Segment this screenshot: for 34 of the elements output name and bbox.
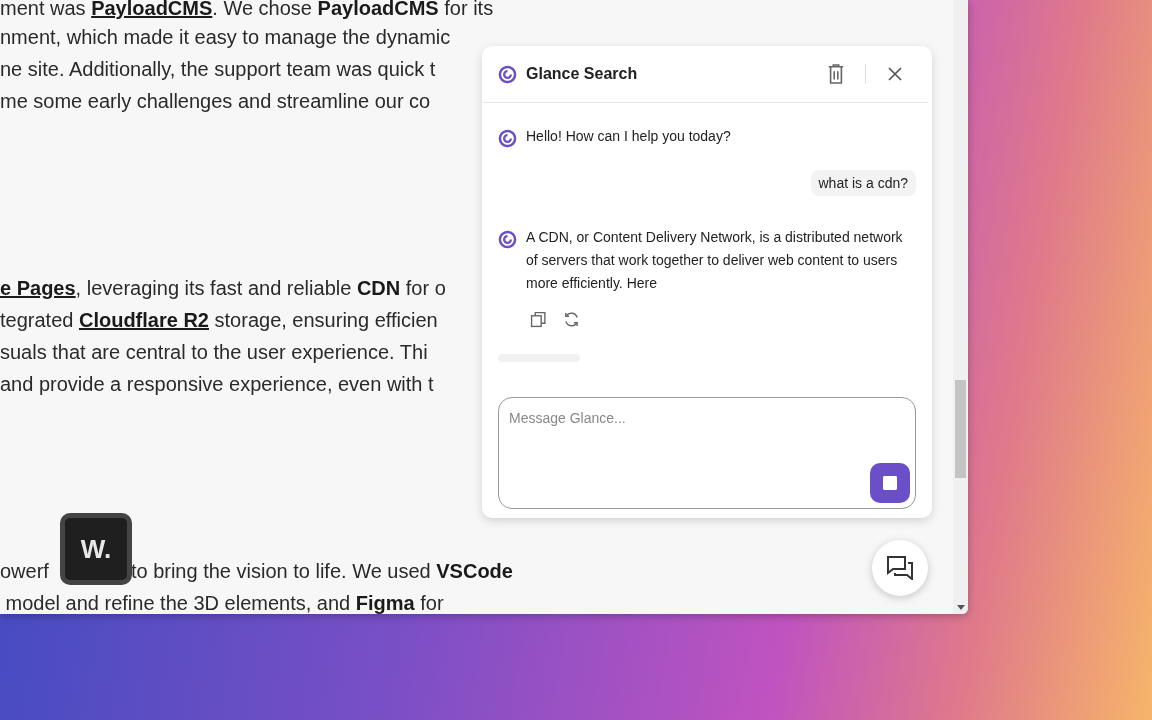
paragraph-line: tegrated Cloudflare R2 storage, ensuring efficien: [0, 308, 438, 333]
link[interactable]: Cloudflare R2: [78, 309, 209, 331]
stop-icon: [883, 476, 897, 490]
paragraph-line: me some early challenges and streamline our co: [0, 89, 431, 114]
close-icon[interactable]: [888, 67, 902, 81]
assistant-message: A CDN, or Content Delivery Network, is a distributed network of servers that work together to deliver web content to users more efficiently. Here: [526, 228, 904, 293]
paragraph-line: ment was PayloadCMS. We chose PayloadCMS for its: [0, 0, 494, 21]
paragraph-line: and provide a responsive experience, even with t: [0, 372, 434, 397]
paragraph-line: to bring the vision to life. We used VSCode: [130, 559, 513, 584]
user-message: what is a cdn?: [810, 170, 916, 196]
paragraph-line: ne site. Additionally, the support team was quick t: [0, 57, 436, 82]
scroll-down-icon[interactable]: [957, 605, 965, 610]
chat-button[interactable]: [872, 540, 928, 596]
paragraph-line: suals that are central to the user experience. Thi: [0, 340, 428, 365]
stop-button[interactable]: [870, 463, 910, 503]
chat-bubbles-icon: [887, 556, 913, 580]
logo-icon: [498, 64, 517, 84]
copy-icon[interactable]: [530, 311, 547, 328]
paragraph-line: nment, which made it easy to manage the dynamic: [0, 25, 451, 50]
scrollbar-thumb[interactable]: [955, 380, 966, 478]
link[interactable]: e Pages: [0, 277, 76, 299]
message-input[interactable]: Message Glance...: [498, 397, 916, 509]
assistant-avatar-icon: [498, 230, 517, 249]
trash-icon[interactable]: [827, 64, 845, 84]
paragraph-line: owerf: [0, 559, 49, 584]
link[interactable]: PayloadCMS: [91, 0, 213, 19]
key-badge: W.: [60, 513, 132, 585]
paragraph-line: e Pages, leveraging its fast and reliable CDN for o: [0, 276, 446, 301]
assistant-message: Hello! How can I help you today?: [526, 127, 732, 146]
chat-title: Glance Search: [526, 65, 639, 83]
refresh-icon[interactable]: [563, 311, 580, 328]
assistant-avatar-icon: [498, 129, 517, 148]
paragraph-line: model and refine the 3D elements, and Figma for: [4, 591, 444, 614]
scrollbar[interactable]: [953, 0, 968, 614]
